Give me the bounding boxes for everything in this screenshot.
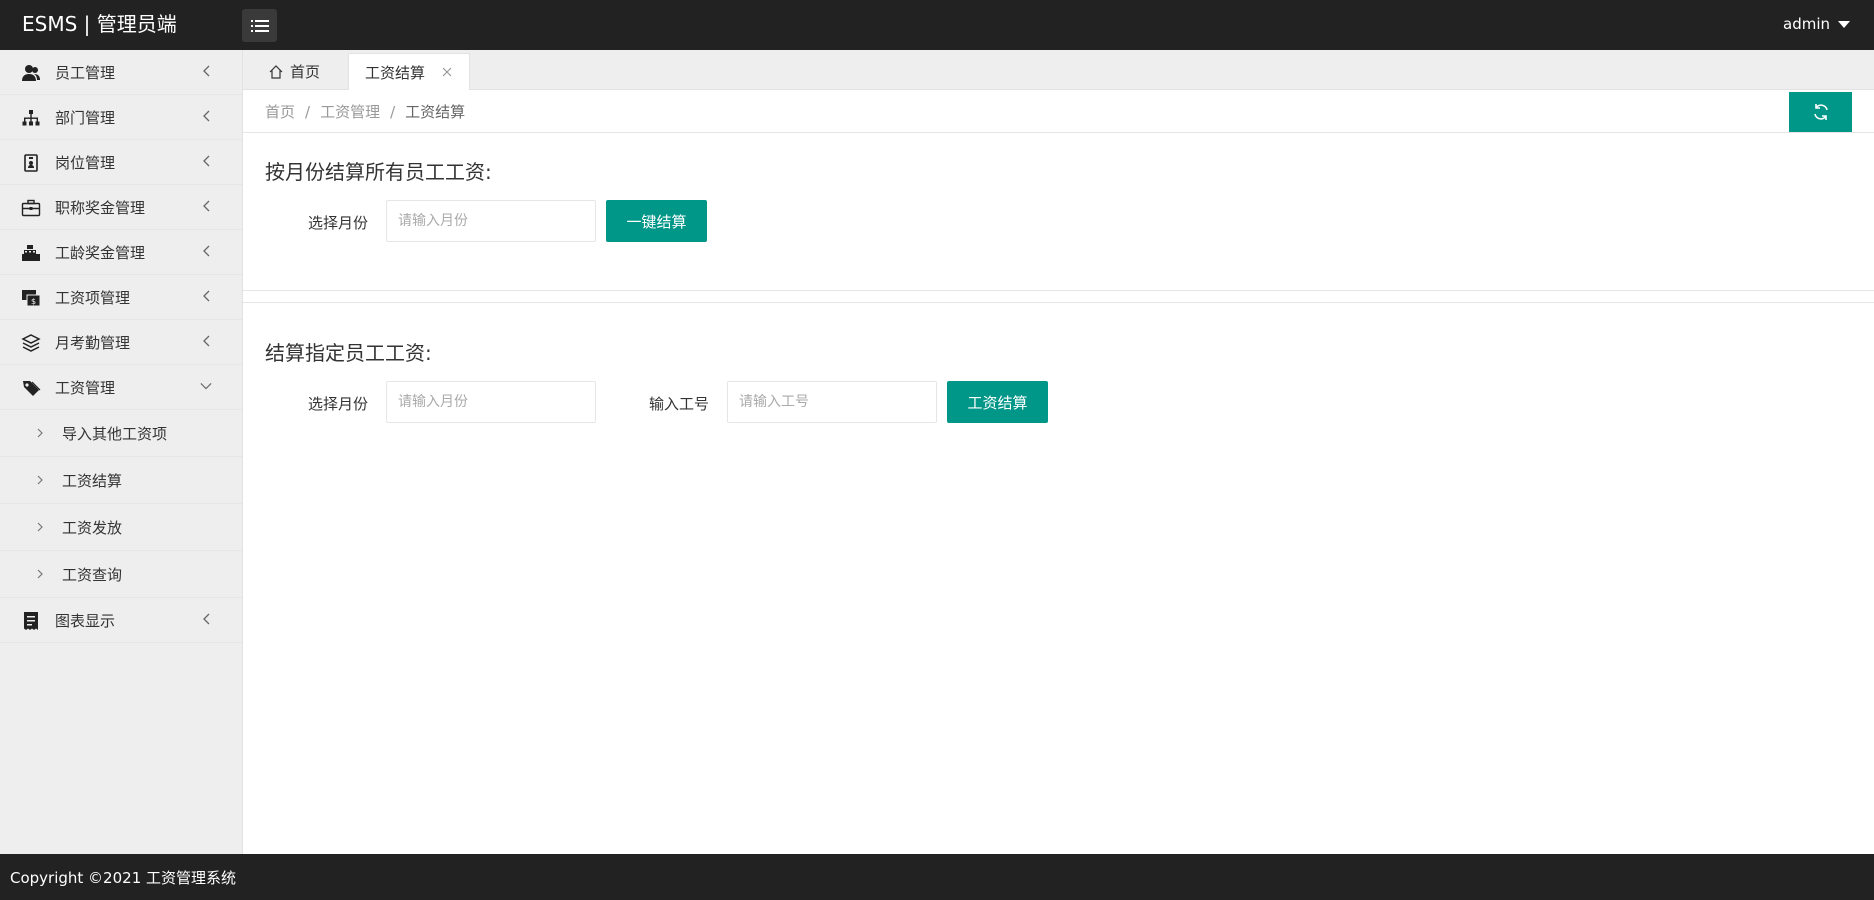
tab-home[interactable]: 首页 — [268, 53, 320, 90]
sidebar-subitem-label: 工资结算 — [62, 471, 123, 490]
menu-toggle-button[interactable] — [242, 9, 277, 42]
receipt-icon — [21, 611, 41, 631]
sidebar-item-label: 员工管理 — [55, 63, 116, 82]
sidebar-item-department[interactable]: 部门管理 — [0, 95, 242, 140]
sidebar-subitem-label: 工资查询 — [62, 565, 123, 584]
list-icon — [250, 19, 269, 32]
user-menu[interactable]: admin — [1783, 15, 1850, 33]
chevron-left-icon — [200, 244, 212, 258]
chevron-left-icon — [200, 154, 212, 168]
chevron-left-icon — [200, 64, 212, 78]
layers-icon — [21, 333, 41, 353]
divider — [243, 302, 1874, 303]
close-icon[interactable] — [441, 66, 453, 78]
tab-salary-settlement[interactable]: 工资结算 — [348, 53, 470, 90]
sidebar-item-title-bonus[interactable]: 职称奖金管理 — [0, 185, 242, 230]
chevron-left-icon — [200, 109, 212, 123]
sidebar-subitem-settlement[interactable]: 工资结算 — [0, 457, 242, 504]
month-input[interactable] — [386, 381, 596, 423]
chevron-right-icon — [37, 428, 43, 438]
month-label: 选择月份 — [308, 395, 369, 413]
breadcrumb-bar: 首页 / 工资管理 / 工资结算 — [243, 90, 1874, 133]
home-icon — [269, 64, 283, 79]
employee-id-input[interactable] — [727, 381, 937, 423]
briefcase-icon — [21, 198, 41, 218]
sidebar-subitem-label: 工资发放 — [62, 518, 123, 537]
sitemap-icon — [21, 108, 41, 128]
sidebar-item-label: 工资管理 — [55, 378, 116, 397]
svg-text:$: $ — [31, 297, 36, 306]
chevron-left-icon — [200, 289, 212, 303]
section-title-all: 按月份结算所有员工工资: — [265, 160, 492, 184]
settle-all-button[interactable]: 一键结算 — [606, 200, 707, 242]
badge-icon — [21, 153, 41, 173]
sidebar-item-label: 岗位管理 — [55, 153, 116, 172]
sidebar-subitem-import[interactable]: 导入其他工资项 — [0, 410, 242, 457]
sidebar-item-label: 职称奖金管理 — [55, 198, 146, 217]
caret-down-icon — [1838, 20, 1850, 28]
settle-employee-button[interactable]: 工资结算 — [947, 381, 1048, 423]
username: admin — [1783, 15, 1830, 33]
chevron-left-icon — [200, 612, 212, 626]
breadcrumb: 首页 / 工资管理 / 工资结算 — [265, 101, 465, 122]
chevron-right-icon — [37, 522, 43, 532]
tab-active-label: 工资结算 — [365, 63, 426, 82]
users-icon — [21, 63, 41, 83]
month-label: 选择月份 — [308, 214, 369, 232]
chevron-right-icon — [37, 475, 43, 485]
sidebar-item-employee[interactable]: 员工管理 — [0, 50, 242, 95]
breadcrumb-separator: / — [390, 103, 396, 121]
sidebar-subitem-query[interactable]: 工资查询 — [0, 551, 242, 598]
breadcrumb-salary[interactable]: 工资管理 — [320, 103, 380, 121]
sidebar-item-label: 图表显示 — [55, 611, 116, 630]
chevron-left-icon — [200, 334, 212, 348]
refresh-button[interactable] — [1789, 92, 1852, 132]
breadcrumb-current: 工资结算 — [405, 103, 466, 121]
sidebar-subitem-payout[interactable]: 工资发放 — [0, 504, 242, 551]
chevron-down-icon — [200, 379, 212, 393]
money-chat-icon: $ — [21, 288, 41, 308]
cash-register-icon — [21, 243, 41, 263]
chevron-left-icon — [200, 199, 212, 213]
sidebar-subitem-label: 导入其他工资项 — [62, 424, 168, 443]
tab-home-label: 首页 — [290, 63, 321, 81]
sidebar-item-label: 工龄奖金管理 — [55, 243, 146, 262]
sidebar-item-label: 部门管理 — [55, 108, 116, 127]
sidebar-item-label: 月考勤管理 — [55, 333, 131, 352]
sidebar-item-charts[interactable]: 图表显示 — [0, 598, 242, 643]
chevron-right-icon — [37, 569, 43, 579]
section-title-single: 结算指定员工工资: — [265, 341, 432, 365]
sidebar-item-attendance[interactable]: 月考勤管理 — [0, 320, 242, 365]
sidebar-item-seniority-bonus[interactable]: 工龄奖金管理 — [0, 230, 242, 275]
sidebar-item-label: 工资项管理 — [55, 288, 131, 307]
app-logo: ESMS | 管理员端 — [22, 12, 177, 36]
top-header: ESMS | 管理员端 admin — [0, 0, 1874, 50]
sidebar-item-salary[interactable]: 工资管理 — [0, 365, 242, 410]
tag-icon — [21, 378, 41, 398]
copyright-text: Copyright ©2021 工资管理系统 — [10, 869, 237, 887]
divider — [243, 290, 1874, 291]
breadcrumb-home[interactable]: 首页 — [265, 103, 295, 121]
sidebar-item-position[interactable]: 岗位管理 — [0, 140, 242, 185]
breadcrumb-separator: / — [305, 103, 311, 121]
refresh-icon — [1813, 104, 1828, 120]
sidebar: 员工管理 部门管理 岗位管理 职称奖金管理 工龄奖金管理 $ 工资项管理 月考勤… — [0, 50, 243, 854]
sidebar-item-salary-items[interactable]: $ 工资项管理 — [0, 275, 242, 320]
tab-bar: 首页 工资结算 — [243, 50, 1874, 90]
month-input[interactable] — [386, 200, 596, 242]
employee-id-label: 输入工号 — [649, 395, 710, 413]
footer: Copyright ©2021 工资管理系统 — [0, 854, 1874, 900]
main-content: 按月份结算所有员工工资: 选择月份 一键结算 结算指定员工工资: 选择月份 输入… — [243, 134, 1874, 854]
